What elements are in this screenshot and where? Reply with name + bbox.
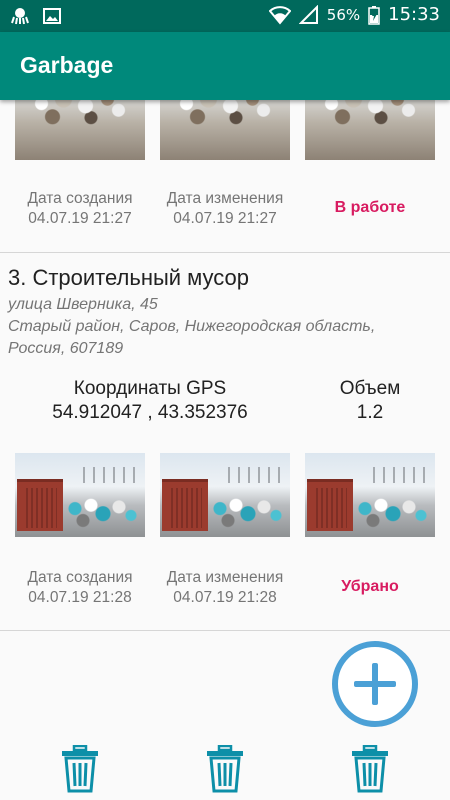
address: улица Шверника, 45 Старый район, Саров, …: [8, 294, 438, 360]
octopus-icon: [11, 8, 29, 25]
image-icon: [43, 8, 61, 24]
delete-icon[interactable]: [60, 745, 100, 793]
modified-value: 04.07.19 21:27: [173, 210, 277, 227]
modified-value: 04.07.19 21:28: [173, 589, 277, 606]
delete-icon[interactable]: [205, 745, 245, 793]
clock: 15:33: [388, 4, 440, 25]
garbage-photo[interactable]: [160, 453, 290, 537]
card-divider: [0, 252, 450, 253]
card-divider: [0, 630, 450, 631]
card-title: 3. Строительный мусор: [8, 265, 250, 290]
gps-value: 54.912047 , 43.352376: [52, 402, 248, 423]
status-badge: В работе: [334, 199, 406, 216]
app-bar: Garbage: [0, 32, 450, 100]
signal-icon: [298, 4, 318, 24]
volume-label: Объем: [339, 378, 401, 399]
add-button[interactable]: [332, 641, 418, 727]
status-badge: Убрано: [341, 578, 399, 595]
garbage-photo[interactable]: [15, 453, 145, 537]
battery-percent: 56%: [326, 5, 361, 24]
address-line: улица Шверника, 45: [8, 296, 158, 313]
app-title: Garbage: [20, 52, 114, 78]
created-label: Дата создания: [27, 190, 133, 207]
garbage-photo[interactable]: [160, 100, 290, 160]
gps-coordinates: Координаты GPS 54.912047 , 43.352376: [30, 377, 270, 425]
battery-icon: [368, 5, 380, 25]
created-label: Дата создания: [27, 569, 133, 586]
created-value: 04.07.19 21:28: [28, 589, 132, 606]
modified-date: Дата изменения 04.07.19 21:28: [155, 568, 295, 608]
garbage-photo[interactable]: [305, 100, 435, 160]
delete-icon[interactable]: [350, 745, 390, 793]
status-bar: 56% 15:33: [0, 0, 450, 32]
created-date: Дата создания 04.07.19 21:27: [10, 189, 150, 229]
created-date: Дата создания 04.07.19 21:28: [10, 568, 150, 608]
modified-label: Дата изменения: [166, 190, 284, 207]
garbage-photo[interactable]: [15, 100, 145, 160]
wifi-icon: [268, 5, 291, 25]
gps-label: Координаты GPS: [73, 378, 227, 399]
address-line: Старый район, Саров, Нижегородская облас…: [8, 318, 376, 335]
modified-label: Дата изменения: [166, 569, 284, 586]
garbage-list[interactable]: Дата создания 04.07.19 21:27 Дата измене…: [0, 100, 450, 800]
address-line: Россия, 607189: [8, 340, 124, 357]
volume: Объем 1.2: [320, 377, 420, 425]
modified-date: Дата изменения 04.07.19 21:27: [155, 189, 295, 229]
garbage-photo[interactable]: [305, 453, 435, 537]
volume-value: 1.2: [356, 402, 384, 423]
created-value: 04.07.19 21:27: [28, 210, 132, 227]
